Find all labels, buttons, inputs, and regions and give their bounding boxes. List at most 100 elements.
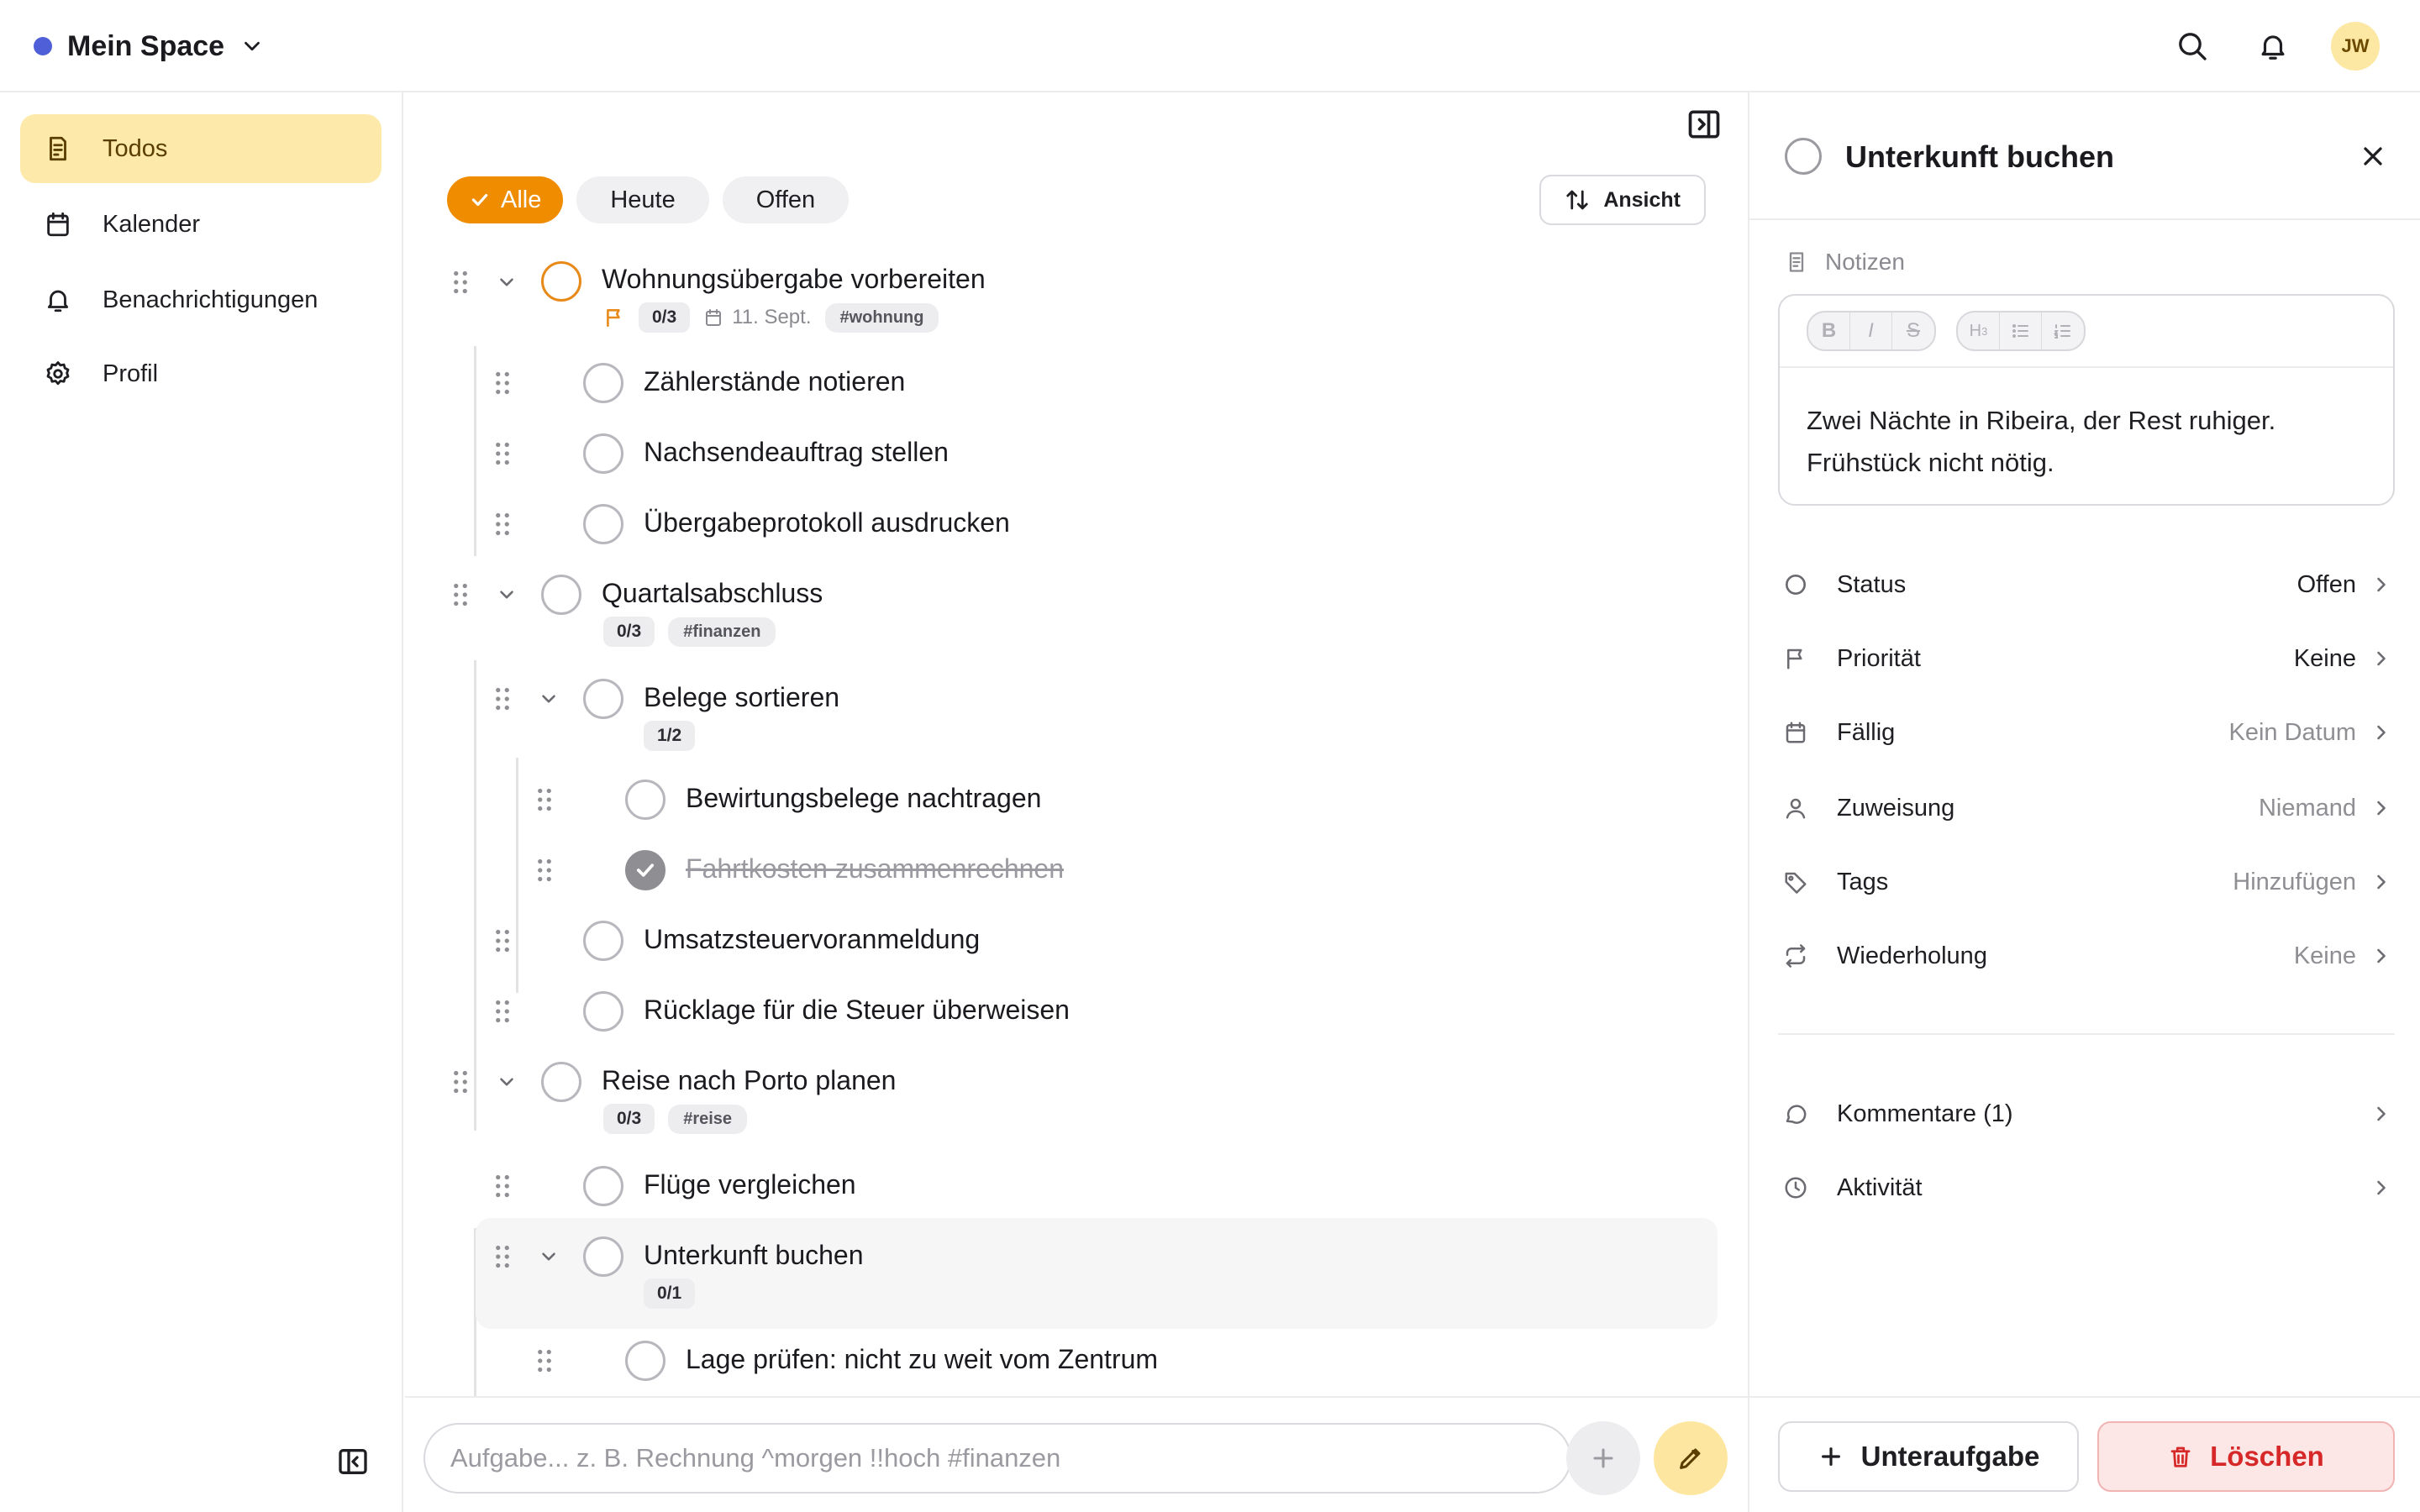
- notifications-button[interactable]: [2250, 24, 2296, 69]
- filter-chips: Alle Heute Offen: [447, 176, 850, 223]
- close-icon[interactable]: [2358, 141, 2388, 171]
- tag-badge[interactable]: #finanzen: [668, 617, 776, 647]
- prop-priority[interactable]: Priorität Keine: [1780, 633, 2393, 684]
- detail-footer: Unteraufgabe Löschen: [1749, 1396, 2420, 1512]
- detail-header: Unterkunft buchen: [1749, 92, 2420, 220]
- task-title: Zählerstände notieren: [644, 366, 906, 396]
- drag-handle-icon[interactable]: [494, 687, 511, 711]
- toggle-detail-panel-icon[interactable]: [1686, 106, 1723, 143]
- chevron-down-icon[interactable]: [538, 688, 560, 710]
- task-title: Übergabeprotokoll ausdrucken: [644, 507, 1010, 538]
- divider: [1778, 1033, 2395, 1035]
- block-group: H3: [1956, 311, 2086, 351]
- comments-label: Kommentare (1): [1837, 1100, 2013, 1127]
- editor-toolbar: B I S H3: [1780, 296, 2393, 368]
- view-options-button[interactable]: Ansicht: [1539, 175, 1706, 225]
- task-title: Flüge vergleichen: [644, 1169, 856, 1200]
- prop-value: Niemand: [2258, 794, 2356, 822]
- gear-icon: [42, 358, 74, 390]
- drag-handle-icon[interactable]: [494, 442, 511, 465]
- task-checkbox[interactable]: [583, 921, 623, 961]
- detail-title[interactable]: Unterkunft buchen: [1845, 139, 2114, 175]
- task-checkbox[interactable]: [583, 1166, 623, 1206]
- filter-open-chip[interactable]: Offen: [722, 176, 850, 223]
- task-checkbox[interactable]: [583, 1236, 623, 1277]
- sidebar-item-profil[interactable]: Profil: [20, 339, 381, 408]
- compose-button[interactable]: [1654, 1421, 1728, 1495]
- drag-handle-icon[interactable]: [494, 371, 511, 395]
- trash-icon: [2170, 1446, 2191, 1467]
- drag-handle-icon[interactable]: [536, 788, 553, 811]
- task-checkbox[interactable]: [541, 261, 581, 302]
- chevron-down-icon[interactable]: [496, 271, 518, 293]
- notes-editor[interactable]: B I S H3 Zwei Nächte in Ribeira, der Res…: [1778, 294, 2395, 506]
- task-checkbox[interactable]: [583, 363, 623, 403]
- task-title: Quartalsabschluss: [602, 578, 823, 608]
- sort-arrows-icon: [1566, 190, 1588, 210]
- drag-handle-icon[interactable]: [536, 858, 553, 882]
- prop-repeat[interactable]: Wiederholung Keine: [1780, 931, 2393, 981]
- filter-today-chip[interactable]: Heute: [576, 176, 709, 223]
- task-checkbox[interactable]: [541, 1062, 581, 1102]
- drag-handle-icon[interactable]: [452, 1070, 469, 1094]
- delete-button[interactable]: Löschen: [2097, 1421, 2395, 1492]
- bell-icon: [42, 284, 74, 316]
- chevron-down-icon[interactable]: [538, 1246, 560, 1268]
- prop-value: Offen: [2296, 570, 2356, 598]
- plus-icon: [1593, 1448, 1613, 1468]
- drag-handle-icon[interactable]: [494, 1245, 511, 1268]
- add-task-button[interactable]: [1566, 1421, 1640, 1495]
- drag-handle-icon[interactable]: [452, 583, 469, 606]
- numbered-list-button[interactable]: [2042, 312, 2084, 349]
- detail-task-checkbox[interactable]: [1785, 138, 1822, 175]
- tag-badge[interactable]: #reise: [668, 1104, 748, 1134]
- collapse-sidebar-icon[interactable]: [336, 1445, 370, 1478]
- notes-text[interactable]: Zwei Nächte in Ribeira, der Rest ruhiger…: [1780, 368, 2393, 516]
- comments-row[interactable]: Kommentare (1): [1780, 1089, 2393, 1139]
- prop-label: Fällig: [1837, 718, 1896, 746]
- task-checkbox[interactable]: [625, 780, 666, 820]
- bold-button[interactable]: B: [1808, 312, 1850, 349]
- drag-handle-icon[interactable]: [494, 1000, 511, 1023]
- prop-tags[interactable]: Tags Hinzufügen: [1780, 857, 2393, 907]
- chevron-down-icon: [245, 41, 260, 51]
- activity-row[interactable]: Aktivität: [1780, 1163, 2393, 1213]
- task-checkbox[interactable]: [583, 679, 623, 719]
- task-checkbox[interactable]: [583, 504, 623, 544]
- strike-button[interactable]: S: [1892, 312, 1934, 349]
- sidebar-item-todos[interactable]: Todos: [20, 114, 381, 183]
- avatar[interactable]: JW: [2331, 22, 2380, 71]
- chevron-down-icon[interactable]: [496, 1071, 518, 1093]
- task-checkbox[interactable]: [583, 433, 623, 474]
- prop-assignee[interactable]: Zuweisung Niemand: [1780, 783, 2393, 833]
- add-subtask-button[interactable]: Unteraufgabe: [1778, 1421, 2079, 1492]
- drag-handle-icon[interactable]: [536, 1349, 553, 1373]
- sidebar-item-kalender[interactable]: Kalender: [20, 190, 381, 259]
- space-switcher[interactable]: Mein Space: [34, 25, 265, 67]
- task-checkbox[interactable]: [625, 1341, 666, 1381]
- delete-label: Löschen: [2210, 1441, 2324, 1472]
- drag-handle-icon[interactable]: [494, 512, 511, 536]
- bullet-list-button[interactable]: [2000, 312, 2042, 349]
- task-checkbox[interactable]: [541, 575, 581, 615]
- prop-due[interactable]: Fällig Kein Datum: [1780, 707, 2393, 758]
- drag-handle-icon[interactable]: [452, 270, 469, 294]
- tag-badge[interactable]: #wohnung: [824, 302, 939, 333]
- prop-label: Wiederholung: [1837, 942, 1987, 969]
- task-list-panel: Alle Heute Offen Ansicht Wohnungsübergab…: [405, 92, 1748, 1512]
- task-checkbox-checked[interactable]: [625, 850, 666, 890]
- notes-label-text: Notizen: [1825, 249, 1905, 275]
- prop-status[interactable]: Status Offen: [1780, 559, 2393, 610]
- chevron-down-icon[interactable]: [496, 584, 518, 606]
- sidebar-item-benachrichtigungen[interactable]: Benachrichtigungen: [20, 265, 381, 334]
- view-options-label: Ansicht: [1603, 187, 1681, 212]
- quick-add-input[interactable]: Aufgabe... z. B. Rechnung ^morgen !!hoch…: [424, 1423, 1571, 1494]
- status-circle-icon: [1780, 569, 1812, 601]
- drag-handle-icon[interactable]: [494, 1174, 511, 1198]
- drag-handle-icon[interactable]: [494, 929, 511, 953]
- task-checkbox[interactable]: [583, 991, 623, 1032]
- search-button[interactable]: [2170, 24, 2215, 69]
- heading-button[interactable]: H3: [1958, 312, 2000, 349]
- filter-all-chip[interactable]: Alle: [447, 176, 564, 223]
- italic-button[interactable]: I: [1850, 312, 1892, 349]
